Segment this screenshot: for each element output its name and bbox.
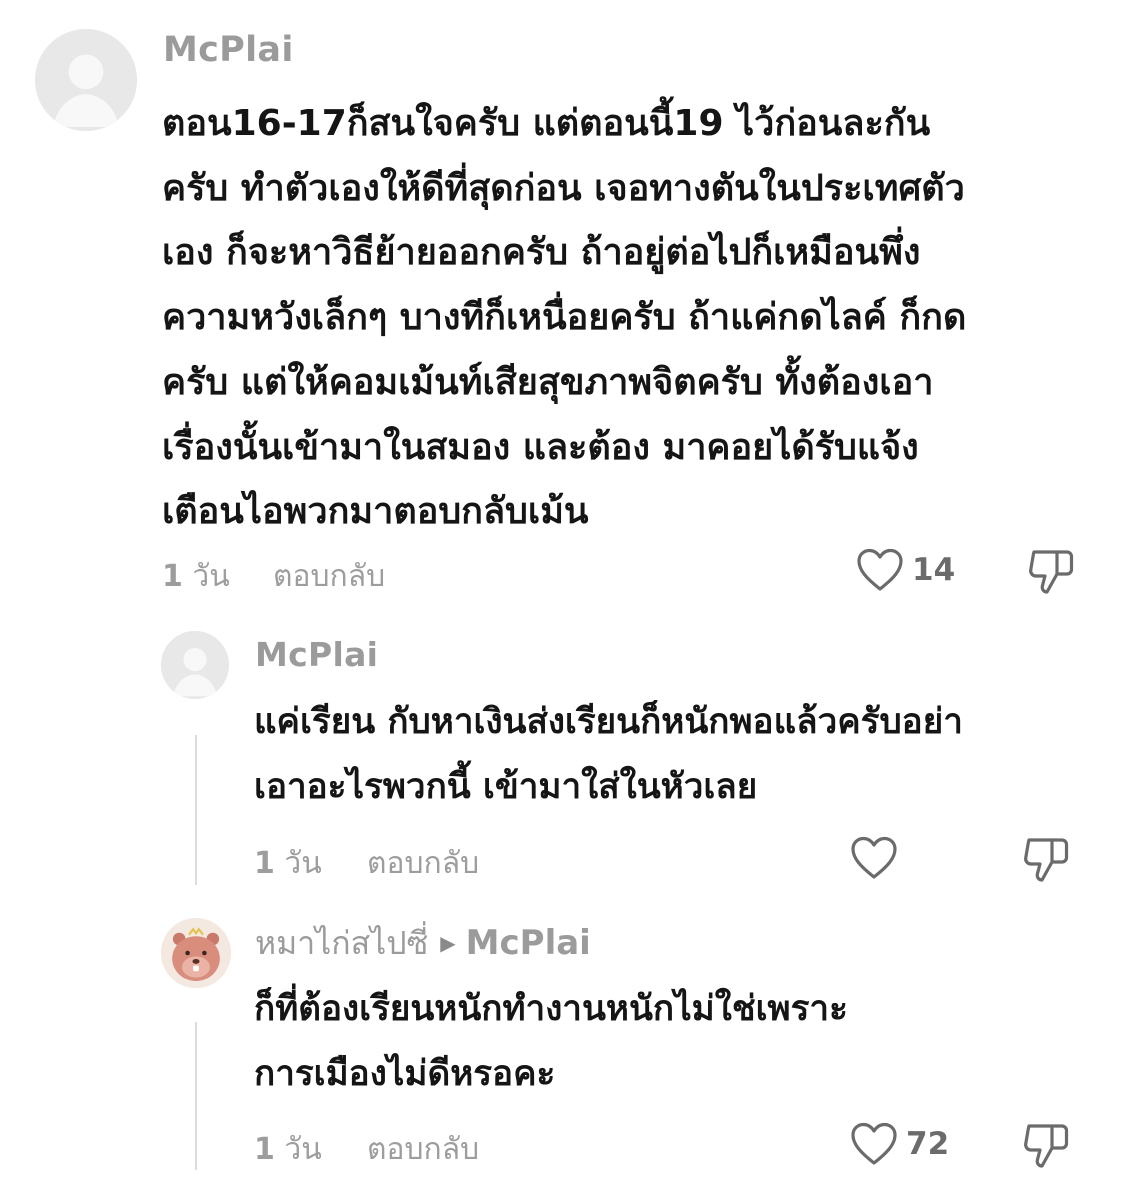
dislike-button[interactable] [1022, 834, 1070, 884]
timestamp-number: 1 [254, 846, 275, 881]
comment-line: ก็ที่ต้องเรียนหนักทำงานหนักไม่ใช่เพราะ [254, 989, 848, 1029]
like-button[interactable]: 14 [856, 548, 955, 592]
reply-header: หมาไก่สไปซี่ ▶ McPlai [255, 920, 591, 966]
avatar[interactable] [35, 29, 137, 131]
dislike-button[interactable] [1022, 1120, 1070, 1170]
beaver-avatar-icon [161, 918, 231, 988]
thread-connector-line [195, 1022, 197, 1170]
comment-text: ตอน16-17ก็สนใจครับ แต่ตอนนี้19 ไว้ก่อนละ… [162, 92, 966, 545]
comment-line: เรื่องนั้นเข้ามาในสมอง และต้อง มาคอยได้ร… [162, 426, 919, 468]
like-count: 14 [912, 552, 956, 588]
comment-timestamp: 1 วัน [254, 840, 322, 887]
default-avatar-icon [35, 29, 137, 131]
timestamp-number: 1 [162, 559, 183, 594]
comment-username[interactable]: หมาไก่สไปซี่ [255, 918, 428, 969]
comment-timestamp: 1 วัน [162, 553, 230, 600]
comment-line: แค่เรียน กับหาเงินส่งเรียนก็หนักพอแล้วคร… [254, 702, 963, 742]
like-button[interactable]: 72 [850, 1122, 949, 1166]
comment-timestamp: 1 วัน [254, 1126, 322, 1173]
comment-line: ตอน16-17ก็สนใจครับ แต่ตอนนี้19 ไว้ก่อนละ… [162, 103, 931, 144]
comment-line: ครับ แต่ให้คอมเม้นท์เสียสุขภาพจิตครับ ทั… [162, 361, 934, 403]
comment-line: ครับ ทำตัวเองให้ดีที่สุดก่อน เจอทางตันใน… [162, 167, 965, 209]
timestamp-unit: วัน [284, 846, 322, 881]
like-count: 72 [906, 1126, 950, 1162]
comment-line: เอง ก็จะหาวิธีย้ายออกครับ ถ้าอยู่ต่อไปก็… [162, 232, 921, 274]
heart-outline-icon [851, 1122, 897, 1165]
heart-outline-icon [857, 548, 903, 591]
reply-button[interactable]: ตอบกลับ [273, 553, 385, 600]
dislike-button[interactable] [1027, 546, 1075, 596]
avatar[interactable] [161, 918, 231, 988]
comment-text: ก็ที่ต้องเรียนหนักทำงานหนักไม่ใช่เพราะ ก… [254, 977, 848, 1107]
timestamp-unit: วัน [284, 1132, 322, 1167]
triangle-right-icon: ▶ [440, 931, 456, 955]
reply-to-username[interactable]: McPlai [466, 923, 591, 963]
default-avatar-icon [161, 631, 229, 699]
thumbs-down-icon [1024, 1124, 1069, 1168]
comment-text: แค่เรียน กับหาเงินส่งเรียนก็หนักพอแล้วคร… [254, 690, 963, 820]
comment-username[interactable]: McPlai [255, 635, 378, 674]
reply-button[interactable]: ตอบกลับ [367, 1126, 479, 1173]
comment-line: เอาอะไรพวกนี้ เข้ามาใส่ในหัวเลย [254, 767, 758, 807]
timestamp-number: 1 [254, 1132, 275, 1167]
comment-username[interactable]: McPlai [163, 30, 294, 70]
comment-line: การเมืองไม่ดีหรอคะ [254, 1054, 556, 1094]
comment-thread: McPlai ตอน16-17ก็สนใจครับ แต่ตอนนี้19 ไว… [0, 0, 1121, 1200]
avatar[interactable] [161, 631, 229, 699]
comment-line: เตือนไอพวกมาตอบกลับเม้น [162, 491, 589, 533]
thread-connector-line [195, 735, 197, 885]
reply-button[interactable]: ตอบกลับ [367, 840, 479, 887]
heart-outline-icon [851, 836, 897, 879]
like-button[interactable] [850, 836, 906, 880]
thumbs-down-icon [1029, 550, 1074, 594]
comment-line: ความหวังเล็กๆ บางทีก็เหนื่อยครับ ถ้าแค่ก… [162, 297, 967, 339]
timestamp-unit: วัน [192, 559, 230, 594]
thumbs-down-icon [1024, 838, 1069, 882]
